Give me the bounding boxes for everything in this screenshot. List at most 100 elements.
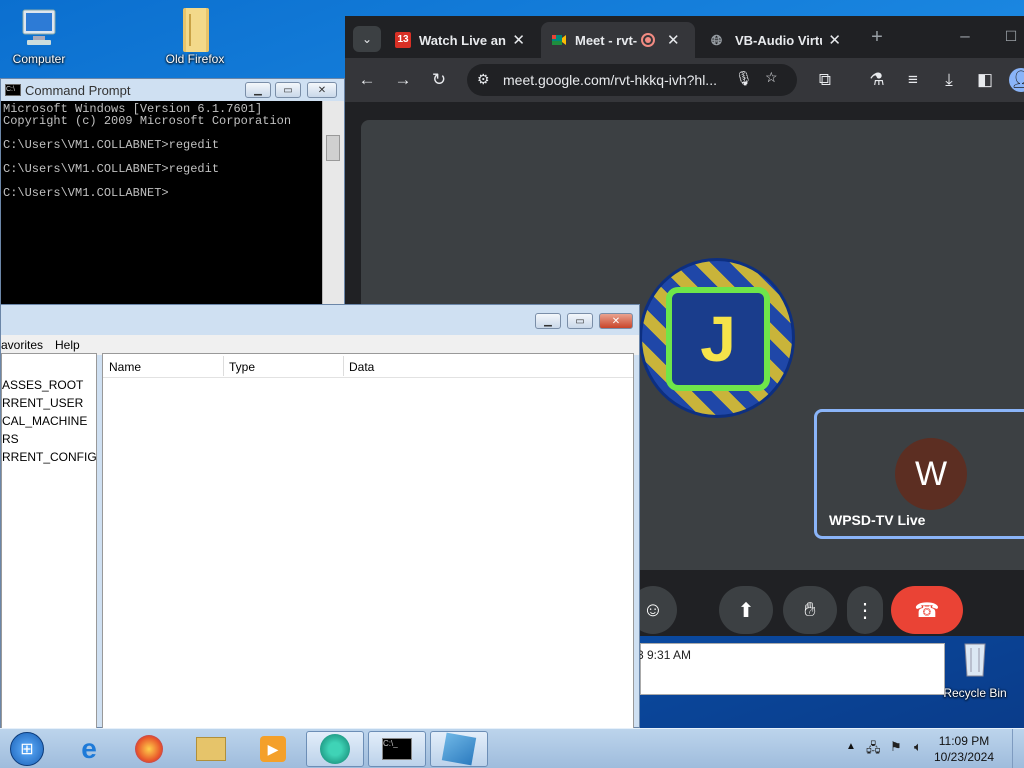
cmd-output[interactable]: Microsoft Windows [Version 6.1.7601] Copy… [1, 101, 323, 305]
close-button[interactable]: ✕ [599, 313, 633, 329]
media-controls-button[interactable]: ≡ [901, 68, 925, 92]
participant-initial-avatar: W [895, 438, 967, 510]
close-icon: ✕ [317, 84, 327, 96]
leave-call-button[interactable]: ☎ [891, 586, 963, 634]
participant-avatar: J [639, 258, 795, 418]
windows-logo-icon: ⊞ [10, 732, 44, 766]
taskbar-internet-explorer[interactable]: e [60, 731, 118, 767]
taskbar-command-prompt[interactable]: C:\_ [368, 731, 426, 767]
arrow-right-icon: → [394, 70, 412, 89]
network-icon[interactable]: 🖧︎ [866, 739, 881, 761]
registry-tree[interactable]: ASSES_ROOT RRENT_USER CAL_MACHINE RS RRE… [1, 353, 97, 728]
background-window[interactable]: 3 9:31 AM [637, 643, 945, 695]
minimize-button[interactable]: ▁ [535, 313, 561, 329]
taskbar-firefox[interactable] [120, 731, 178, 767]
labs-button[interactable]: ⚗ [865, 68, 889, 92]
avatar-letter: J [666, 287, 770, 391]
command-prompt-window[interactable]: C:\ Command Prompt ▁ ▭ ✕ Microsoft Windo… [0, 78, 345, 305]
volume-icon[interactable]: 🔈︎ [914, 739, 922, 755]
participant-name: WPSD-TV Live [829, 512, 926, 528]
menu-favorites[interactable]: avorites [1, 338, 43, 352]
system-clock[interactable]: 11:09 PM 10/23/2024 [924, 733, 1004, 765]
column-type[interactable]: Type [229, 360, 255, 374]
column-divider[interactable] [343, 356, 344, 376]
cmd-icon: C:\ [5, 84, 21, 96]
microphone-icon[interactable]: 🎙︎ [735, 70, 753, 87]
taskbar-explorer[interactable] [182, 731, 240, 767]
participant-tile[interactable]: W WPSD-TV Live ••• [814, 409, 1024, 539]
tree-item-hkey-local-machine[interactable]: CAL_MACHINE [2, 414, 87, 428]
desktop-icon-computer[interactable]: Computer [0, 6, 84, 66]
taskbar-chrome[interactable] [306, 731, 364, 767]
cmd-scrollbar[interactable] [322, 101, 344, 305]
regedit-menubar: avorites Help [1, 335, 639, 355]
back-button[interactable]: ← [355, 68, 379, 92]
desktop-icon-label: Computer [12, 52, 66, 66]
minimize-button[interactable]: ▁ [245, 82, 271, 98]
tree-item-hkey-classes-root[interactable]: ASSES_ROOT [2, 378, 83, 392]
column-name[interactable]: Name [109, 360, 141, 374]
minimize-icon: – [960, 26, 970, 45]
new-tab-button[interactable]: + [865, 25, 889, 49]
internet-explorer-icon: e [81, 733, 97, 764]
cmd-title: Command Prompt [25, 82, 131, 98]
tree-item-hkey-current-config[interactable]: RRENT_CONFIG [2, 450, 96, 464]
close-button[interactable]: ✕ [307, 82, 337, 98]
maximize-button[interactable]: ▭ [275, 82, 301, 98]
cmd-line: C:\Users\VM1.COLLABNET>regedit [3, 162, 220, 176]
tree-item-hkey-current-user[interactable]: RRENT_USER [2, 396, 83, 410]
regedit-icon [441, 732, 477, 766]
extensions-button[interactable]: ⧉ [813, 68, 837, 92]
present-screen-button[interactable]: ⬆ [719, 586, 773, 634]
cmd-line: Copyright (c) 2009 Microsoft Corporation [3, 114, 292, 128]
start-button[interactable]: ⊞ [2, 731, 52, 767]
chevron-up-icon: ▲ [846, 741, 856, 752]
present-icon: ⬆ [737, 599, 755, 622]
taskbar-regedit[interactable] [430, 731, 488, 767]
maximize-button[interactable]: ☐ [999, 24, 1023, 48]
close-icon[interactable]: ✕ [828, 31, 841, 49]
desktop: Computer Old Firefox Recycle Bin 3 9:31 … [0, 0, 1024, 728]
media-player-icon: ▶ [260, 736, 286, 762]
minimize-button[interactable]: – [953, 24, 977, 48]
address-bar[interactable]: ⚙ meet.google.com/rvt-hkkq-ivh?hl... 🎙︎ … [467, 64, 797, 96]
taskbar: ⊞ e ▶ C:\_ ▲ 🖧︎ ⚑ 🔈︎ 11:09 PM 10/23/2024 [0, 728, 1024, 768]
profile-button[interactable]: 👤︎ [1009, 68, 1024, 92]
registry-values-list[interactable]: Name Type Data [102, 353, 634, 728]
tree-item-hkey-users[interactable]: RS [2, 432, 19, 446]
tab-meet[interactable]: Meet - rvt-h ✕ [541, 22, 695, 58]
minimize-icon: ▁ [544, 315, 552, 327]
raise-hand-button[interactable]: ✋︎ [783, 586, 837, 634]
queue-music-icon: ≡ [908, 70, 918, 89]
recycle-bin-icon [953, 640, 997, 684]
more-vert-icon: ⋮ [855, 599, 875, 622]
maximize-button[interactable]: ▭ [567, 313, 593, 329]
reload-icon: ↻ [431, 70, 447, 89]
show-desktop-button[interactable] [1012, 729, 1024, 768]
downloads-button[interactable]: ⤓ [937, 68, 961, 92]
show-hidden-icons-button[interactable]: ▲ [846, 741, 856, 752]
taskbar-media-player[interactable]: ▶ [244, 731, 302, 767]
tab-vb-audio[interactable]: 🌐︎ VB-Audio Virtu ✕ [701, 22, 851, 58]
close-icon: ✕ [611, 315, 621, 327]
tab-search-button[interactable]: ⌄ [353, 26, 381, 52]
side-panel-button[interactable]: ◧ [973, 68, 997, 92]
registry-editor-window[interactable]: ▁ ▭ ✕ avorites Help ASSES_ROOT RRENT_USE… [0, 304, 640, 728]
scrollbar-thumb[interactable] [326, 135, 340, 161]
reload-button[interactable]: ↻ [427, 68, 451, 92]
star-icon[interactable]: ☆ [765, 69, 778, 86]
column-divider[interactable] [223, 356, 224, 376]
maximize-icon: ▭ [575, 315, 585, 327]
folder-icon [173, 6, 217, 52]
tab-watch-live[interactable]: 13 Watch Live and ✕ [385, 22, 535, 58]
download-icon: ⤓ [945, 70, 953, 89]
more-options-button[interactable]: ⋮ [847, 586, 883, 634]
close-icon[interactable]: ✕ [512, 31, 525, 49]
desktop-icon-old-firefox[interactable]: Old Firefox [150, 6, 240, 66]
action-center-flag-icon[interactable]: ⚑ [890, 739, 902, 755]
column-data[interactable]: Data [349, 360, 374, 374]
forward-button[interactable]: → [391, 68, 415, 92]
tab-label: Meet - rvt-h [575, 32, 637, 48]
menu-help[interactable]: Help [55, 338, 80, 352]
close-icon[interactable]: ✕ [667, 31, 680, 49]
